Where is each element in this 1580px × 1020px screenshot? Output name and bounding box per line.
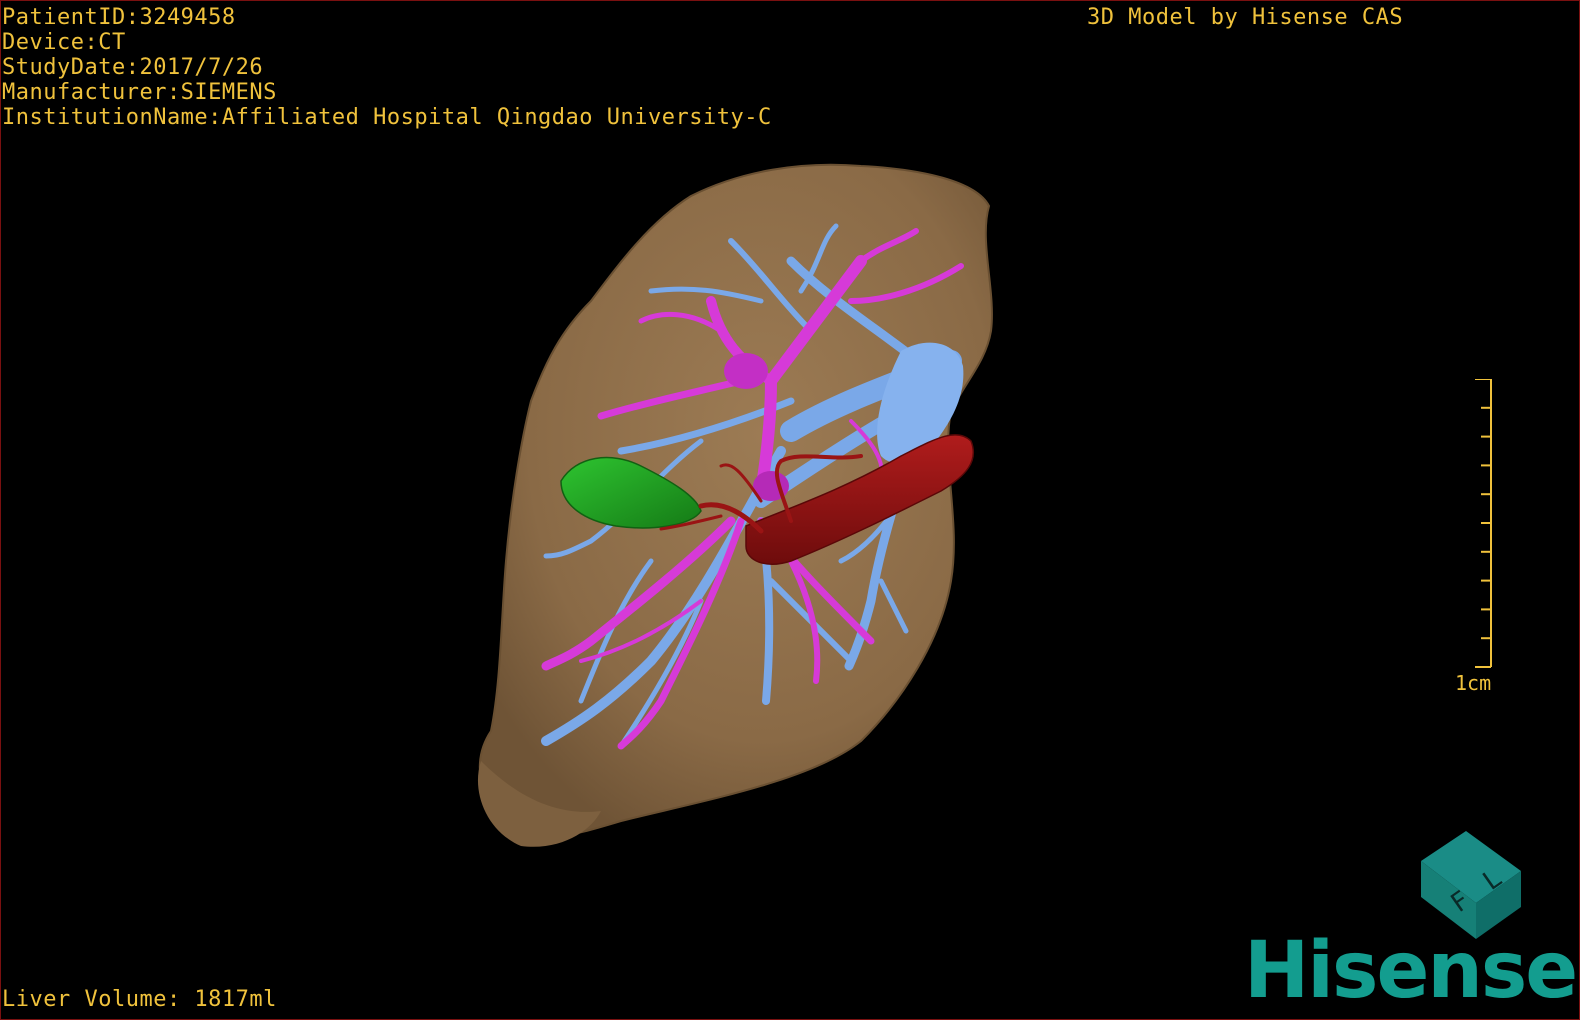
device-text: Device:CT <box>2 30 126 55</box>
model-title-text: 3D Model by Hisense CAS <box>1087 5 1404 30</box>
hisense-logo: Hisense <box>1244 926 1578 1016</box>
dicom-info-block: PatientID:3249458 Device:CT StudyDate:20… <box>2 5 772 130</box>
institution-text: InstitutionName:Affiliated Hospital Qing… <box>2 105 772 130</box>
manufacturer-text: Manufacturer:SIEMENS <box>2 80 277 105</box>
liver-volume-text: Liver Volume: 1817ml <box>2 987 277 1012</box>
patient-id-text: PatientID:3249458 <box>2 5 236 30</box>
portal-vein-confluence <box>724 353 768 389</box>
scale-bar-label: 1cm <box>1455 671 1492 695</box>
scale-bar <box>1475 379 1492 668</box>
study-date-text: StudyDate:2017/7/26 <box>2 55 264 80</box>
3d-viewport[interactable]: PatientID:3249458 Device:CT StudyDate:20… <box>0 0 1580 1020</box>
